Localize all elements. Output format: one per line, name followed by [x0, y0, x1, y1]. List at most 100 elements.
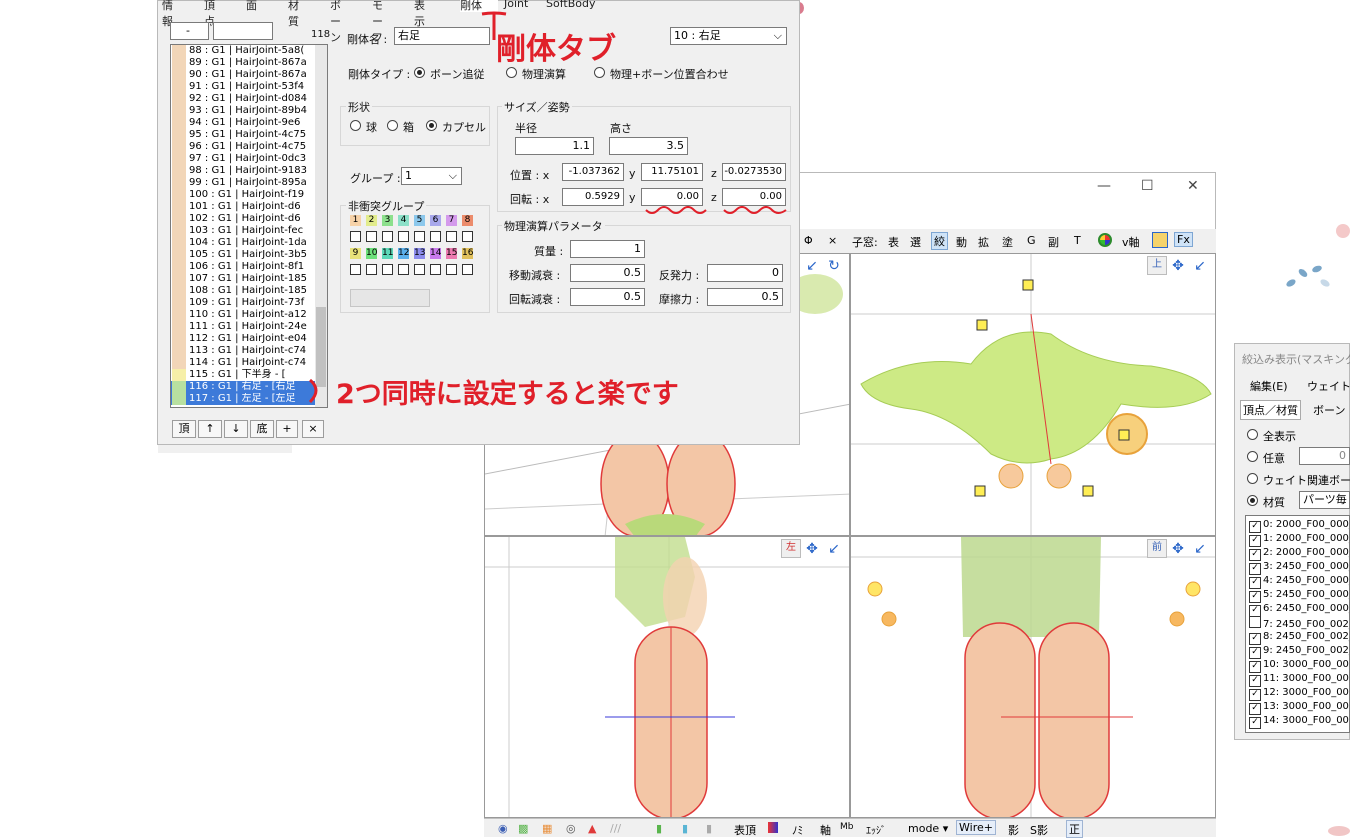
- maximize-button[interactable]: ☐: [1141, 178, 1154, 194]
- repulsion-input[interactable]: 0: [707, 264, 783, 282]
- list-item[interactable]: 98 : G1 | HairJoint-9183: [171, 165, 327, 177]
- list-item[interactable]: 115 : G1 | 下半身 - [: [171, 369, 327, 381]
- filter-tab-vertex-material[interactable]: 頂点／材質: [1240, 400, 1301, 420]
- nocollide-checkbox[interactable]: [430, 264, 441, 275]
- type-physics-radio[interactable]: [506, 67, 517, 78]
- list-item[interactable]: 110 : G1 | HairJoint-a12: [171, 309, 327, 321]
- list-item[interactable]: 109 : G1 | HairJoint-73f: [171, 297, 327, 309]
- grey-block-icon[interactable]: ▮: [706, 822, 712, 835]
- list-item[interactable]: 95 : G1 | HairJoint-4c75: [171, 129, 327, 141]
- list-item[interactable]: 102 : G1 | HairJoint-d6: [171, 213, 327, 225]
- tab-softbody[interactable]: SoftBody: [546, 0, 595, 12]
- tab-face[interactable]: 面: [246, 0, 257, 12]
- viewport-top[interactable]: 上 ✥ ↙: [850, 253, 1216, 536]
- mode-dropdown[interactable]: mode ▾: [908, 822, 948, 835]
- nocollide-checkbox[interactable]: [430, 231, 441, 242]
- group-select[interactable]: 1 ⌵: [401, 167, 462, 185]
- list-item[interactable]: 93 : G1 | HairJoint-89b4: [171, 105, 327, 117]
- nocollide-checkbox[interactable]: [414, 231, 425, 242]
- toolbar-move[interactable]: 動: [956, 234, 967, 250]
- type-physics-bone-radio[interactable]: [594, 67, 605, 78]
- nocollide-apply-button[interactable]: [350, 289, 430, 307]
- circle-icon[interactable]: ◎: [566, 822, 576, 835]
- minimize-button[interactable]: —: [1097, 178, 1111, 194]
- material-item[interactable]: ✓ 14: 3000_F00_000: [1249, 714, 1349, 729]
- material-item[interactable]: ✓ 0: 2000_F00_000_: [1249, 518, 1349, 533]
- add-button[interactable]: +: [276, 420, 298, 438]
- close-button[interactable]: ✕: [1187, 178, 1199, 194]
- rot-y-input[interactable]: 0.00: [641, 188, 703, 206]
- color-swatch-icon[interactable]: [768, 822, 778, 833]
- material-list[interactable]: ✓ 0: 2000_F00_000_ ✓ 1: 2000_F00_000_ ✓ 2: 20…: [1245, 515, 1350, 733]
- material-item[interactable]: ✓ 8: 2450_F00_002_: [1249, 630, 1349, 645]
- material-item[interactable]: ✓ 11: 3000_F00_000: [1249, 672, 1349, 687]
- list-item[interactable]: 89 : G1 | HairJoint-867a: [171, 57, 327, 69]
- toolbar-scale[interactable]: 拡: [978, 234, 989, 250]
- list-item[interactable]: 92 : G1 | HairJoint-d084: [171, 93, 327, 105]
- material-checkbox[interactable]: [1249, 616, 1261, 628]
- rot-x-input[interactable]: 0.5929: [562, 188, 624, 206]
- list-item[interactable]: 96 : G1 | HairJoint-4c75: [171, 141, 327, 153]
- tab-vertex[interactable]: 頂点: [204, 0, 215, 28]
- material-mode-select[interactable]: パーツ毎: [1299, 491, 1350, 509]
- list-item[interactable]: 103 : G1 | HairJoint-fec: [171, 225, 327, 237]
- tab-morph[interactable]: モーフ: [372, 0, 383, 44]
- friction-input[interactable]: 0.5: [707, 288, 783, 306]
- option-all-radio[interactable]: [1247, 429, 1258, 440]
- mesh-icon[interactable]: ▩: [518, 822, 528, 835]
- nocollide-checkbox[interactable]: [414, 264, 425, 275]
- material-checkbox[interactable]: ✓: [1249, 717, 1261, 729]
- tab-bone[interactable]: ボーン: [330, 0, 341, 44]
- nocollide-checkbox[interactable]: [350, 231, 361, 242]
- toolbar-v-axis[interactable]: v軸: [1122, 234, 1140, 250]
- wire-plus-button[interactable]: Wire+: [956, 820, 996, 835]
- list-item[interactable]: 112 : G1 | HairJoint-e04: [171, 333, 327, 345]
- nocollide-checkbox[interactable]: [462, 231, 473, 242]
- nocollide-checkbox[interactable]: [398, 264, 409, 275]
- list-item[interactable]: 94 : G1 | HairJoint-9e6: [171, 117, 327, 129]
- move-icon[interactable]: ✥: [803, 540, 821, 558]
- nocollide-checkbox[interactable]: [366, 231, 377, 242]
- material-item[interactable]: ✓ 13: 3000_F00_000: [1249, 700, 1349, 715]
- list-item[interactable]: 88 : G1 | HairJoint-5a8(: [171, 45, 327, 57]
- toolbar-sub[interactable]: 副: [1048, 234, 1059, 250]
- bone-select[interactable]: 10 : 右足 ⌵: [670, 27, 787, 45]
- texture-icon[interactable]: ▦: [542, 822, 552, 835]
- type-bone-radio[interactable]: [414, 67, 425, 78]
- scrollbar-thumb[interactable]: [316, 307, 326, 387]
- refresh-icon[interactable]: ↻: [825, 257, 843, 275]
- rotate-icon[interactable]: ↙: [825, 540, 843, 558]
- rot-z-input[interactable]: 0.00: [722, 188, 786, 206]
- nocollide-checkbox[interactable]: [398, 231, 409, 242]
- pos-y-input[interactable]: 11.75101: [641, 163, 703, 181]
- material-item[interactable]: ✓ 6: 2450_F00_000_: [1249, 602, 1349, 617]
- filter-input-2[interactable]: [213, 22, 273, 40]
- rotate-icon[interactable]: ↙: [1191, 540, 1209, 558]
- menu-weight[interactable]: ウェイトボ: [1307, 378, 1350, 394]
- list-item[interactable]: 91 : G1 | HairJoint-53f4: [171, 81, 327, 93]
- material-item[interactable]: ✓ 10: 3000_F00_000: [1249, 658, 1349, 673]
- nocollide-checkbox[interactable]: [350, 264, 361, 275]
- material-item[interactable]: ✓ 2: 2000_F00_000_: [1249, 546, 1349, 561]
- move-damp-input[interactable]: 0.5: [570, 264, 645, 282]
- nocollide-checkbox[interactable]: [382, 231, 393, 242]
- material-item[interactable]: ✓ 9: 2450_F00_002_: [1249, 644, 1349, 659]
- list-item[interactable]: 104 : G1 | HairJoint-1da: [171, 237, 327, 249]
- material-item[interactable]: ✓ 5: 2450_F00_000_: [1249, 588, 1349, 603]
- move-top-button[interactable]: 頂: [172, 420, 196, 438]
- filter-tab-bone[interactable]: ボーン: [1313, 402, 1345, 418]
- toolbar-display[interactable]: 表: [888, 234, 899, 250]
- mb-button[interactable]: Mb: [840, 822, 853, 832]
- list-item[interactable]: 100 : G1 | HairJoint-f19: [171, 189, 327, 201]
- rotate-icon[interactable]: ↙: [1191, 257, 1209, 275]
- list-item[interactable]: 108 : G1 | HairJoint-185: [171, 285, 327, 297]
- pos-x-input[interactable]: -1.037362: [562, 163, 624, 181]
- filter-input[interactable]: -: [170, 22, 209, 40]
- move-icon[interactable]: ✥: [1169, 540, 1187, 558]
- edge-button[interactable]: ｴｯｼﾞ: [866, 822, 886, 837]
- any-input[interactable]: 0: [1299, 447, 1350, 465]
- tab-info[interactable]: 情報: [162, 0, 173, 28]
- list-item[interactable]: 107 : G1 | HairJoint-185: [171, 273, 327, 285]
- color-wheel-icon[interactable]: [1098, 233, 1112, 247]
- delete-button[interactable]: ×: [302, 420, 324, 438]
